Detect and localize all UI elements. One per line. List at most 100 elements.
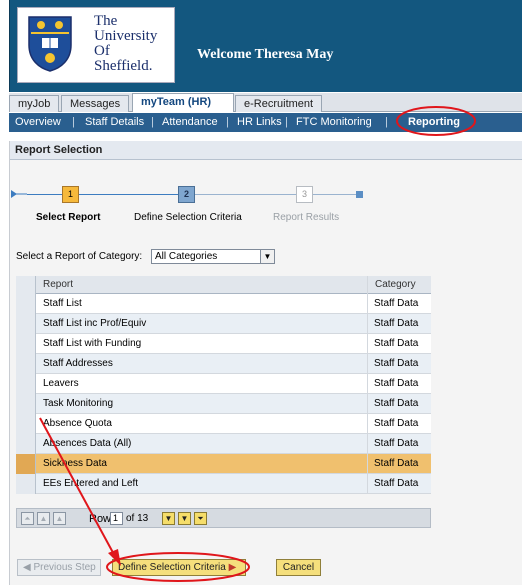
table-row[interactable]: Task Monitoring Staff Data [16, 394, 431, 414]
nav-reporting[interactable]: Reporting [408, 116, 460, 128]
row-selector[interactable] [16, 414, 36, 434]
define-selection-criteria-button[interactable]: Define Selection Criteria ▶ [112, 559, 246, 576]
table-row-selected[interactable]: Sickness Data Staff Data [16, 454, 431, 474]
tab-e-recruitment[interactable]: e-Recruitment [235, 95, 323, 112]
roadmap-connector [195, 194, 296, 195]
app-header: The University Of Sheffield. Welcome The… [9, 0, 522, 92]
table-row[interactable]: Absences Data (All) Staff Data [16, 434, 431, 454]
university-name: The University Of Sheffield. [94, 14, 157, 74]
category-value: All Categories [155, 251, 218, 262]
report-table: Report Category Staff List Staff Data St… [16, 276, 431, 494]
last-page-icon[interactable]: ⏷ [194, 512, 207, 525]
tab-messages[interactable]: Messages [61, 95, 130, 112]
report-name: Staff List with Funding [37, 334, 368, 354]
report-category: Staff Data [374, 438, 419, 449]
nav-separator: | [226, 116, 229, 128]
panel-title: Report Selection [10, 141, 522, 160]
nav-separator: | [285, 116, 288, 128]
row-up-icon[interactable]: ▲ [53, 512, 66, 525]
report-category: Staff Data [374, 418, 419, 429]
nav-ftc-monitoring[interactable]: FTC Monitoring [296, 116, 372, 128]
next-arrow-icon: ▶ [228, 562, 237, 573]
category-dropdown[interactable]: All Categories ▼ [151, 249, 275, 264]
nav-separator: | [385, 116, 388, 128]
roadmap-step-2[interactable]: 2 [178, 186, 195, 203]
report-category: Staff Data [374, 378, 419, 389]
row-selector[interactable] [16, 294, 36, 314]
report-category: Staff Data [374, 478, 419, 489]
report-category: Staff Data [374, 398, 419, 409]
tab-myjob[interactable]: myJob [9, 95, 60, 112]
report-name: Staff Addresses [37, 354, 368, 374]
logo-line: Of [94, 43, 110, 59]
report-name: Leavers [37, 374, 368, 394]
row-selector[interactable] [16, 374, 36, 394]
first-page-icon[interactable]: ⏶ [21, 512, 34, 525]
page-up-icon[interactable]: ▲ [37, 512, 50, 525]
roadmap-label-select-report: Select Report [36, 212, 101, 223]
roadmap-step-3: 3 [296, 186, 313, 203]
cancel-button[interactable]: Cancel [276, 559, 321, 576]
nav-staff-details[interactable]: Staff Details [85, 116, 144, 128]
row-count: of 13 [126, 513, 149, 524]
row-selector[interactable] [16, 314, 36, 334]
roadmap-step-1[interactable]: 1 [62, 186, 79, 203]
report-name: Task Monitoring [37, 394, 368, 414]
roadmap-connector [313, 194, 356, 195]
nav-separator: | [151, 116, 154, 128]
table-header-row: Report Category [16, 276, 431, 294]
row-selector[interactable] [16, 474, 36, 494]
nav-attendance[interactable]: Attendance [162, 116, 218, 128]
table-row[interactable]: EEs Entered and Left Staff Data [16, 474, 431, 494]
roadmap-connector [27, 194, 62, 195]
previous-step-button[interactable]: ◀ Previous Step [17, 559, 101, 576]
column-header-category[interactable]: Category [369, 276, 431, 294]
roadmap-label-report-results: Report Results [273, 212, 340, 223]
table-row[interactable]: Staff List with Funding Staff Data [16, 334, 431, 354]
tab-myteam[interactable]: myTeam (HR) [132, 93, 234, 112]
roadmap-label-define-criteria: Define Selection Criteria [134, 212, 242, 223]
roadmap-start-arrow-icon [11, 190, 27, 198]
row-selector[interactable] [16, 454, 36, 474]
dropdown-arrow-icon[interactable]: ▼ [260, 250, 274, 263]
report-name: Absence Quota [37, 414, 368, 434]
nav-separator: | [72, 116, 75, 128]
report-name: Staff List inc Prof/Equiv [37, 314, 368, 334]
roadmap-end-marker [356, 191, 363, 198]
table-row[interactable]: Absence Quota Staff Data [16, 414, 431, 434]
category-label: Select a Report of Category: [16, 251, 143, 262]
report-name: Absences Data (All) [37, 434, 368, 454]
sub-navigation: Overview | Staff Details | Attendance | … [9, 113, 522, 132]
report-category: Staff Data [374, 358, 419, 369]
row-selector[interactable] [16, 394, 36, 414]
logo-line: Sheffield. [94, 58, 153, 74]
report-name: Sickness Data [37, 454, 368, 474]
table-pager: ⏶ ▲ ▲ Row 1 of 13 ▼ ▼ ⏷ [16, 508, 431, 528]
crest-icon [28, 16, 72, 72]
table-row[interactable]: Staff Addresses Staff Data [16, 354, 431, 374]
nav-overview[interactable]: Overview [15, 116, 61, 128]
logo-line: University [94, 28, 158, 44]
report-category: Staff Data [374, 318, 419, 329]
report-category: Staff Data [374, 458, 419, 469]
table-row[interactable]: Staff List Staff Data [16, 294, 431, 314]
row-number-input[interactable]: 1 [110, 512, 123, 525]
page-down-icon[interactable]: ▼ [178, 512, 191, 525]
row-selector[interactable] [16, 434, 36, 454]
logo-line: The [94, 13, 118, 29]
column-header-report[interactable]: Report [37, 276, 368, 294]
select-all-cell[interactable] [16, 276, 36, 294]
row-selector[interactable] [16, 354, 36, 374]
table-row[interactable]: Leavers Staff Data [16, 374, 431, 394]
nav-hr-links[interactable]: HR Links [237, 116, 282, 128]
row-down-icon[interactable]: ▼ [162, 512, 175, 525]
previous-step-label: Previous Step [33, 562, 96, 573]
table-row[interactable]: Staff List inc Prof/Equiv Staff Data [16, 314, 431, 334]
define-selection-criteria-label: Define Selection Criteria [118, 562, 226, 573]
university-logo: The University Of Sheffield. [17, 7, 175, 83]
row-selector[interactable] [16, 334, 36, 354]
roadmap-connector [79, 194, 178, 195]
welcome-message: Welcome Theresa May [197, 47, 334, 62]
report-category: Staff Data [374, 338, 419, 349]
row-label: Row [89, 513, 112, 525]
